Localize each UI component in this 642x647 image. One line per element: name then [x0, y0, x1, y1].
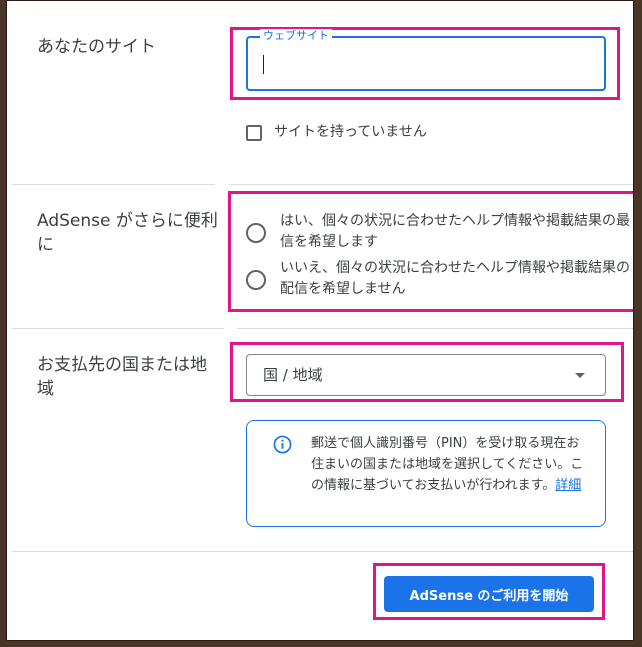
section-divider — [229, 184, 633, 185]
country-select-value: 国 / 地域 — [263, 366, 323, 384]
pin-info-text: 郵送で個人識別番号（PIN）を受け取る現在お住まいの国または地域を選択してくださ… — [311, 436, 584, 493]
notifications-section-label: AdSense がさらに便利 に — [37, 211, 218, 255]
signup-form: あなたのサイト ウェブサイト サイトを持っていません AdSense がさらに便… — [6, 0, 634, 641]
info-icon — [273, 435, 292, 454]
no-site-checkbox[interactable] — [246, 125, 262, 141]
country-section-label: お支払先の国または地 域 — [37, 355, 207, 399]
text-cursor — [263, 55, 264, 74]
website-section-label: あなたのサイト — [37, 37, 156, 57]
pin-info-box: 郵送で個人識別番号（PIN）を受け取る現在お住まいの国または地域を選択してくださ… — [246, 420, 606, 527]
section-divider — [12, 328, 224, 329]
section-divider — [12, 551, 633, 552]
website-input[interactable] — [260, 50, 580, 74]
radio-yes-label[interactable]: はい、個々の状況に合わせたヘルプ情報や掲載結果の最 信を希望します — [280, 211, 630, 253]
country-select[interactable]: 国 / 地域 — [246, 354, 606, 396]
radio-no[interactable] — [246, 270, 266, 290]
section-divider — [237, 328, 633, 329]
radio-yes[interactable] — [246, 223, 266, 243]
radio-no-label[interactable]: いいえ、個々の状況に合わせたヘルプ情報や掲載結果の 配信を希望しません — [280, 258, 630, 300]
section-divider — [12, 184, 215, 185]
chevron-down-icon — [575, 373, 585, 378]
start-adsense-button[interactable]: AdSense のご利用を開始 — [384, 576, 594, 612]
no-site-checkbox-label[interactable]: サイトを持っていません — [274, 122, 427, 142]
details-link[interactable]: 詳細 — [555, 478, 581, 493]
website-field[interactable]: ウェブサイト — [246, 29, 606, 91]
website-field-label: ウェブサイト — [260, 29, 332, 43]
